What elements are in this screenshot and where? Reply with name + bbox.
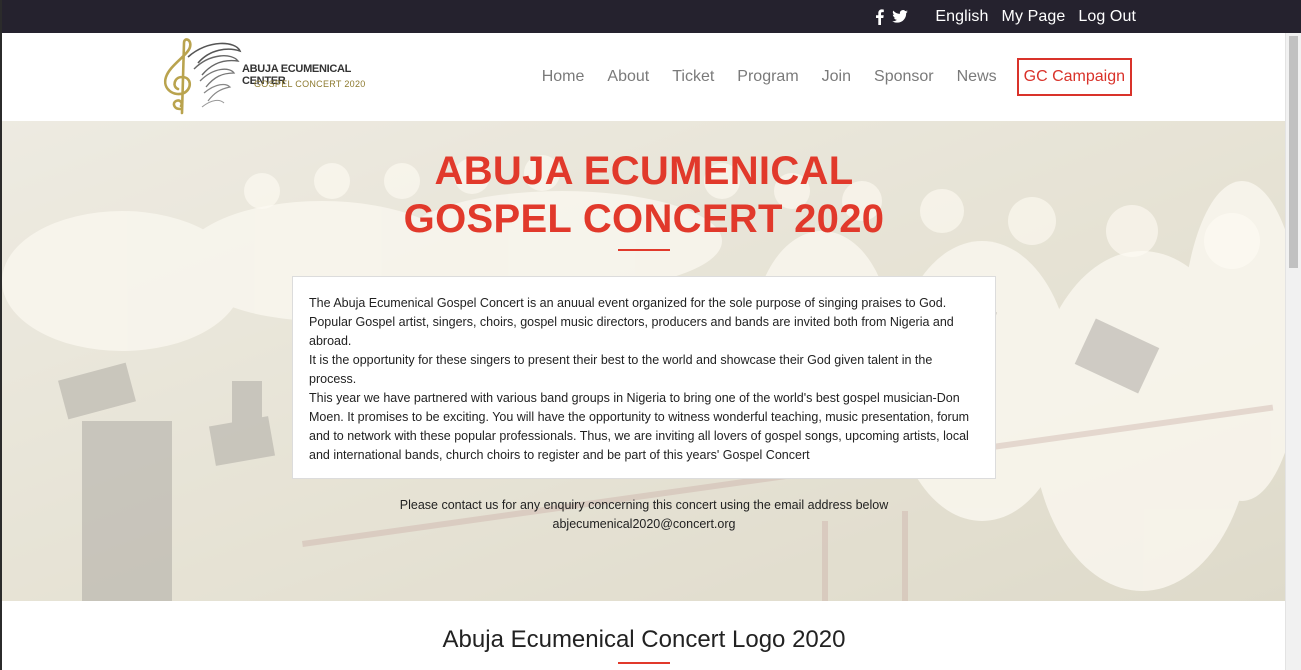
section-title: Abuja Ecumenical Concert Logo 2020 — [442, 626, 846, 653]
main-nav: Home About Ticket Program Join Sponsor N… — [542, 33, 1286, 121]
contact-email[interactable]: abjecumenical2020@concert.org — [2, 515, 1286, 534]
description-box: The Abuja Ecumenical Gospel Concert is a… — [292, 276, 996, 479]
contact-info: Please contact us for any enquiry concer… — [2, 496, 1286, 534]
nav-join[interactable]: Join — [822, 68, 851, 86]
hero-title-line2: GOSPEL CONCERT 2020 — [403, 197, 885, 241]
nav-about[interactable]: About — [607, 68, 649, 86]
scrollbar-thumb[interactable] — [1289, 36, 1298, 268]
my-page-link[interactable]: My Page — [1002, 8, 1066, 26]
description-paragraph: It is the opportunity for these singers … — [309, 353, 933, 386]
hero-title-line1: ABUJA ECUMENICAL — [434, 149, 854, 193]
nav-program[interactable]: Program — [737, 68, 798, 86]
nav-home[interactable]: Home — [542, 68, 585, 86]
section-title-underline — [618, 662, 670, 664]
social-links — [875, 8, 909, 25]
gc-campaign-button[interactable]: GC Campaign — [1016, 58, 1132, 96]
nav-sponsor[interactable]: Sponsor — [874, 68, 934, 86]
language-link[interactable]: English — [935, 8, 988, 26]
hero-section: ABUJA ECUMENICAL GOSPEL CONCERT 2020 The… — [2, 121, 1286, 601]
nav-ticket[interactable]: Ticket — [672, 68, 714, 86]
description-paragraph: This year we have partnered with various… — [309, 391, 970, 462]
site-header: ABUJA ECUMENICAL CENTER GOSPEL CONCERT 2… — [2, 33, 1286, 121]
top-bar: English My Page Log Out — [0, 0, 1301, 33]
treble-clef-wing-icon — [163, 38, 242, 115]
twitter-icon[interactable] — [892, 10, 909, 23]
description-paragraph: The Abuja Ecumenical Gospel Concert is a… — [309, 296, 954, 348]
brand-line2: GOSPEL CONCERT 2020 — [254, 79, 366, 89]
hero-title: ABUJA ECUMENICAL GOSPEL CONCERT 2020 — [2, 147, 1286, 243]
title-underline — [618, 249, 670, 251]
contact-text: Please contact us for any enquiry concer… — [399, 498, 889, 512]
window-edge — [0, 0, 2, 670]
logout-link[interactable]: Log Out — [1078, 8, 1136, 26]
page-scrollbar[interactable] — [1285, 33, 1301, 670]
site-logo[interactable]: ABUJA ECUMENICAL CENTER GOSPEL CONCERT 2… — [158, 37, 368, 117]
nav-news[interactable]: News — [957, 68, 997, 86]
facebook-icon[interactable] — [875, 8, 885, 25]
